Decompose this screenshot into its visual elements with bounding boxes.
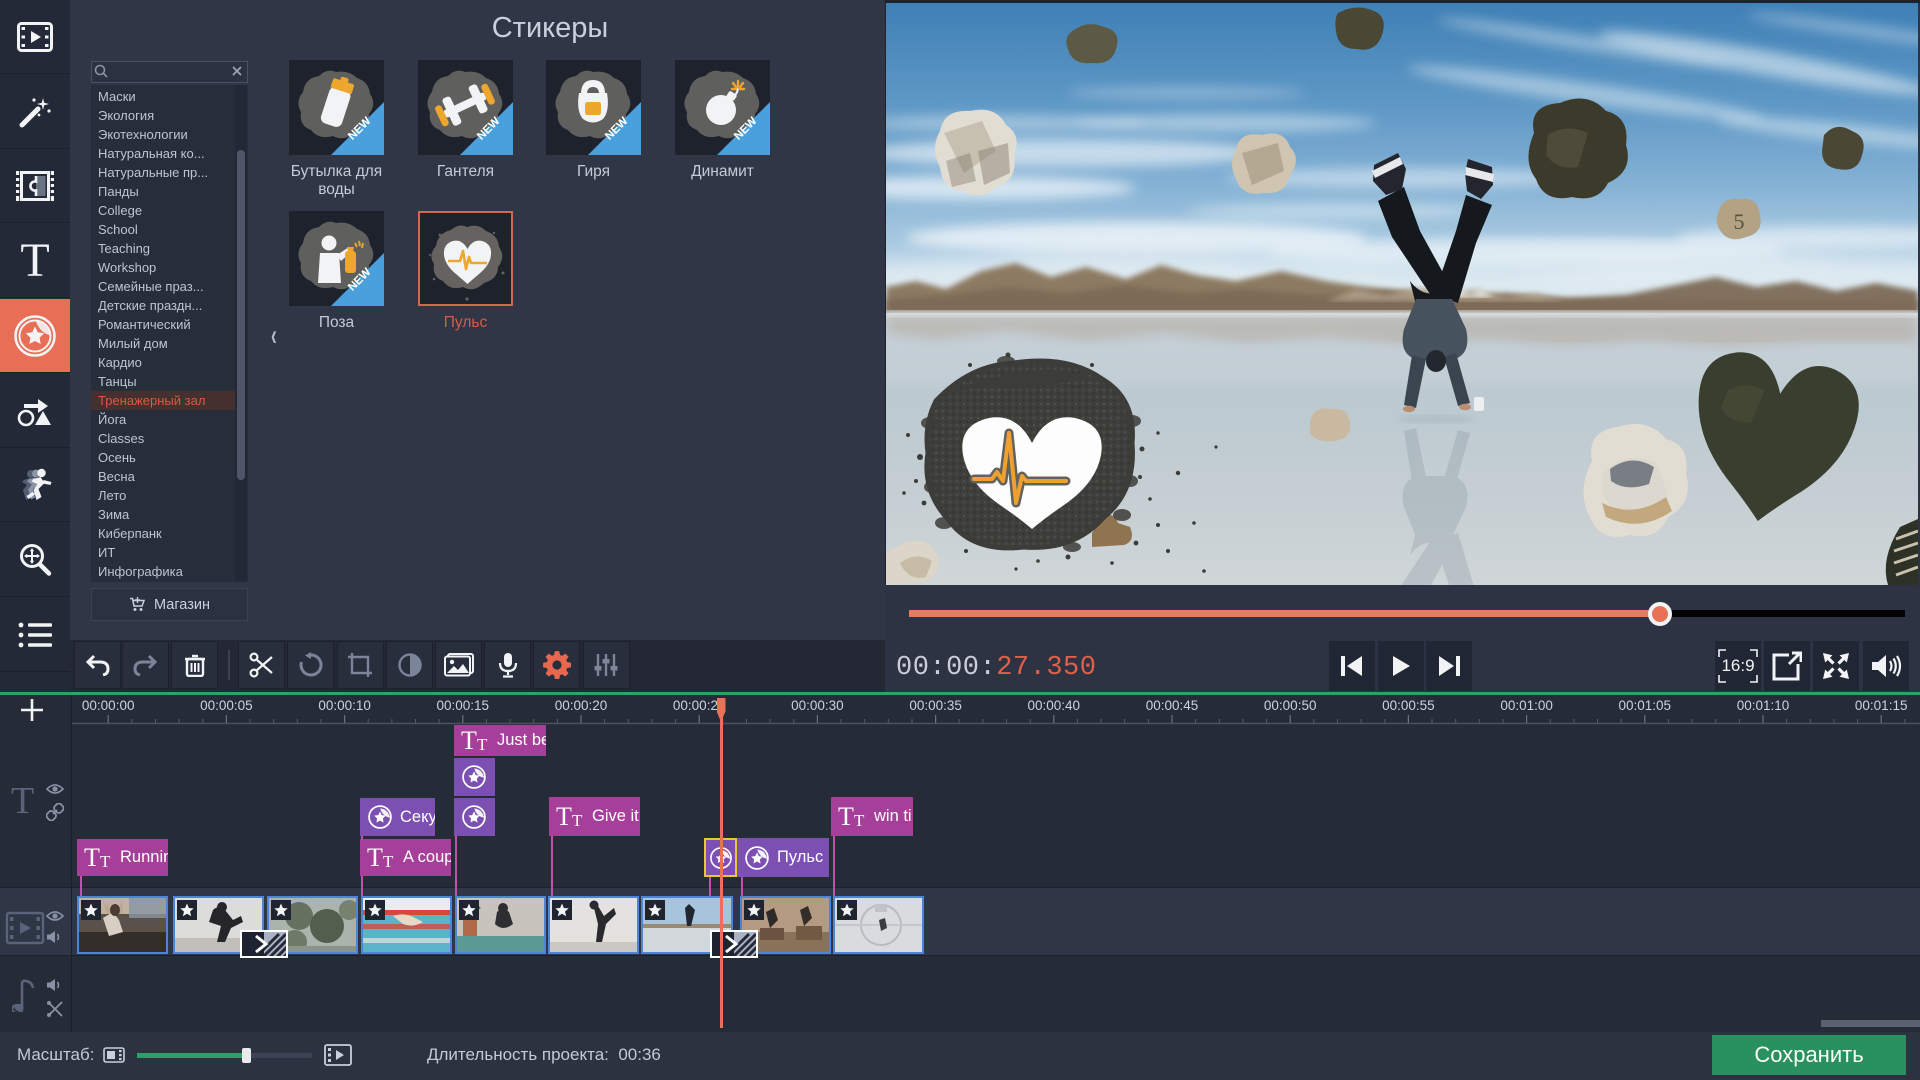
svg-text:T: T [383, 852, 394, 870]
svg-text:T: T [477, 735, 488, 753]
svg-text:5: 5 [1734, 209, 1745, 234]
svg-text:T: T [100, 852, 111, 870]
svg-text:T: T [838, 805, 854, 829]
svg-text:T: T [854, 811, 865, 829]
svg-text:T: T [367, 846, 383, 870]
svg-text:T: T [572, 811, 583, 829]
svg-text:T: T [84, 846, 100, 870]
svg-text:T: T [461, 729, 477, 753]
svg-text:T: T [556, 805, 572, 829]
